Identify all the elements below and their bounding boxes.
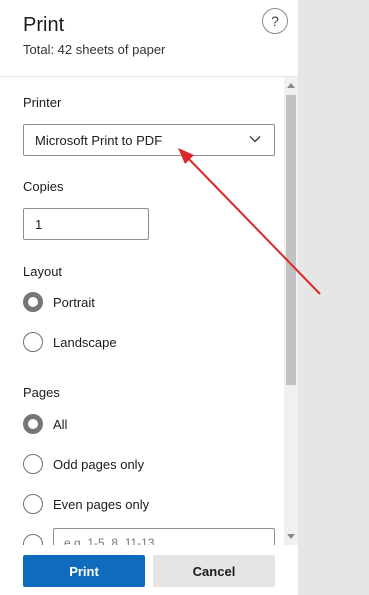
print-header: Print Total: 42 sheets of paper ? <box>0 0 298 77</box>
printer-label: Printer <box>23 95 62 110</box>
radio-landscape[interactable] <box>23 332 43 352</box>
scrollbar[interactable] <box>284 77 298 545</box>
pages-option-even[interactable]: Even pages only <box>23 494 149 514</box>
radio-label: Odd pages only <box>53 456 145 472</box>
layout-label: Layout <box>23 264 63 279</box>
help-icon[interactable]: ? <box>262 8 288 34</box>
copies-value: 1 <box>35 217 43 232</box>
sheet-total: Total: 42 sheets of paper <box>23 42 166 57</box>
radio-label: Landscape <box>53 334 117 350</box>
custom-pages-placeholder: e.g. 1-5, 8, 11-13 <box>64 536 155 545</box>
copies-input[interactable]: 1 <box>23 208 149 240</box>
pages-option-odd[interactable]: Odd pages only <box>23 454 144 474</box>
printer-select[interactable]: Microsoft Print to PDF <box>23 124 275 156</box>
scroll-down-arrow-icon[interactable] <box>287 534 295 539</box>
custom-pages-input[interactable]: e.g. 1-5, 8, 11-13 <box>53 528 275 545</box>
print-panel: Print Total: 42 sheets of paper ? Printe… <box>0 0 298 595</box>
print-footer: Print Cancel <box>0 545 298 595</box>
radio-label: Even pages only <box>53 496 150 512</box>
printer-selected-value: Microsoft Print to PDF <box>35 133 163 148</box>
layout-option-landscape[interactable]: Landscape <box>23 332 117 352</box>
settings-scroll-area: Printer Microsoft Print to PDF Copies 1 … <box>0 77 298 545</box>
radio-all[interactable] <box>23 414 43 434</box>
layout-option-portrait[interactable]: Portrait <box>23 292 95 312</box>
pages-label: Pages <box>23 385 60 400</box>
copies-label: Copies <box>23 179 64 194</box>
print-button[interactable]: Print <box>23 555 145 587</box>
radio-even[interactable] <box>23 494 43 514</box>
scroll-up-arrow-icon[interactable] <box>287 83 295 88</box>
radio-label: All <box>53 416 68 432</box>
radio-portrait[interactable] <box>23 292 43 312</box>
radio-custom[interactable] <box>23 534 43 545</box>
page-title: Print <box>23 14 65 36</box>
radio-label: Portrait <box>53 294 95 310</box>
pages-option-custom[interactable] <box>23 534 43 545</box>
chevron-down-icon <box>249 136 261 143</box>
scrollbar-thumb[interactable] <box>286 95 296 385</box>
pages-option-all[interactable]: All <box>23 414 67 434</box>
cancel-button[interactable]: Cancel <box>153 555 275 587</box>
radio-odd[interactable] <box>23 454 43 474</box>
